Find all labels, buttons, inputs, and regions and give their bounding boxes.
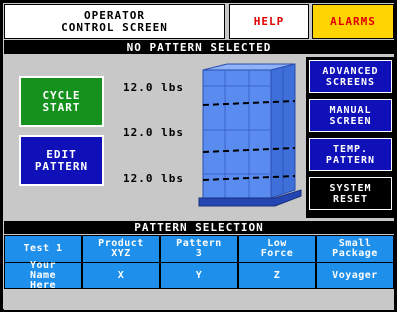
title-box: OPERATOR CONTROL SCREEN bbox=[4, 4, 225, 39]
pattern-cell-label: Force bbox=[260, 248, 294, 259]
pattern-cell-voyager[interactable]: Voyager bbox=[317, 263, 393, 288]
pattern-cell-label: Name bbox=[29, 269, 57, 281]
advanced-screens-line-1: ADVANCED bbox=[322, 65, 379, 77]
hmi-screen: OPERATOR CONTROL SCREEN HELP ALARMS NO P… bbox=[0, 0, 397, 312]
bottom-strip bbox=[4, 290, 394, 310]
pallet-load-icon bbox=[198, 63, 302, 207]
temp-pattern-line-1: TEMP. bbox=[332, 143, 369, 155]
pattern-cell-pattern-3[interactable]: Pattern 3 bbox=[161, 236, 237, 262]
title-line-2: CONTROL SCREEN bbox=[61, 20, 168, 34]
advanced-screens-line-2: SCREENS bbox=[325, 76, 376, 88]
alarms-button[interactable]: ALARMS bbox=[312, 4, 394, 39]
temp-pattern-button[interactable]: TEMP. PATTERN bbox=[309, 138, 392, 171]
manual-screen-button[interactable]: MANUAL SCREEN bbox=[309, 99, 392, 132]
pattern-cell-low-force[interactable]: Low Force bbox=[239, 236, 315, 262]
cycle-start-line-1: CYCLE bbox=[42, 88, 81, 102]
weight-top-readout: 12.0 lbs bbox=[123, 81, 184, 94]
manual-screen-line-2: SCREEN bbox=[329, 115, 372, 127]
manual-screen-line-1: MANUAL bbox=[329, 104, 372, 116]
pattern-cell-label: XYZ bbox=[111, 248, 131, 259]
pattern-cell-your-name-here[interactable]: Your Name Here bbox=[5, 259, 81, 291]
pattern-cell-label: Package bbox=[332, 248, 378, 259]
system-reset-line-2: RESET bbox=[332, 193, 369, 205]
cycle-start-line-2: START bbox=[42, 100, 81, 114]
help-button[interactable]: HELP bbox=[229, 4, 309, 39]
weight-middle-readout: 12.0 lbs bbox=[123, 126, 184, 139]
pattern-cell-label: Your bbox=[29, 259, 57, 271]
pattern-cell-x[interactable]: X bbox=[83, 263, 159, 288]
weight-bottom-readout: 12.0 lbs bbox=[123, 172, 184, 185]
pattern-cell-label: Here bbox=[29, 279, 57, 291]
system-reset-line-1: SYSTEM bbox=[329, 182, 372, 194]
temp-pattern-line-2: PATTERN bbox=[325, 154, 376, 166]
system-reset-button[interactable]: SYSTEM RESET bbox=[309, 177, 392, 210]
pattern-cell-z[interactable]: Z bbox=[239, 263, 315, 288]
pattern-cell-small-package[interactable]: Small Package bbox=[317, 236, 393, 262]
pattern-cell-label: 3 bbox=[195, 248, 203, 259]
pattern-selection-title: PATTERN SELECTION bbox=[4, 221, 394, 234]
pattern-cell-label: X bbox=[117, 269, 125, 281]
pattern-cell-label: Voyager bbox=[332, 269, 378, 281]
edit-pattern-button[interactable]: EDIT PATTERN bbox=[19, 135, 104, 186]
pattern-cell-y[interactable]: Y bbox=[161, 263, 237, 288]
pattern-cell-test-1[interactable]: Test 1 bbox=[5, 236, 81, 262]
advanced-screens-button[interactable]: ADVANCED SCREENS bbox=[309, 60, 392, 93]
pattern-cell-label: Test 1 bbox=[23, 243, 63, 254]
edit-pattern-line-1: EDIT bbox=[46, 147, 77, 161]
edit-pattern-line-2: PATTERN bbox=[34, 159, 89, 173]
pattern-grid: Test 1 Product XYZ Pattern 3 Low Force S… bbox=[4, 235, 394, 291]
status-bar: NO PATTERN SELECTED bbox=[4, 40, 394, 54]
pattern-cell-label: Z bbox=[273, 269, 281, 281]
title-line-1: OPERATOR bbox=[84, 8, 145, 22]
pattern-cell-product-xyz[interactable]: Product XYZ bbox=[83, 236, 159, 262]
cycle-start-button[interactable]: CYCLE START bbox=[19, 76, 104, 127]
pattern-cell-label: Y bbox=[195, 269, 203, 281]
